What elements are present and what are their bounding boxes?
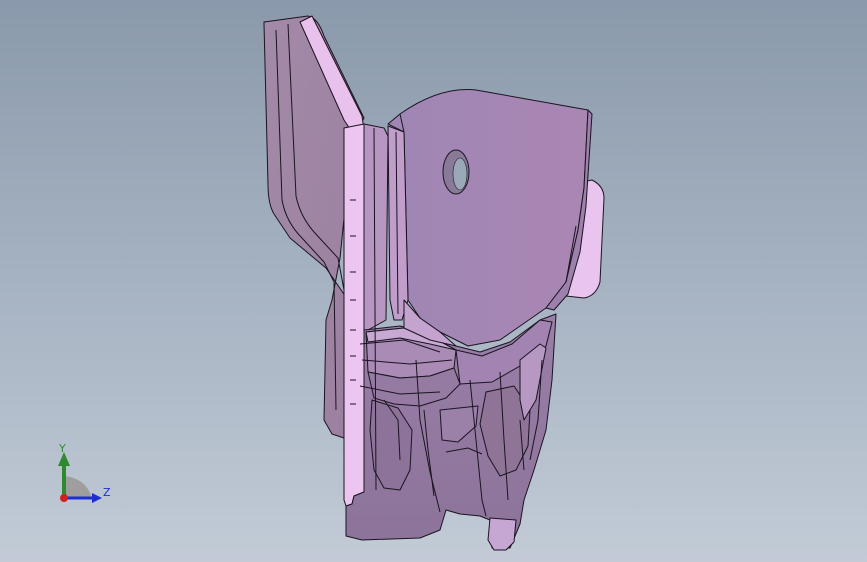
- z-axis-label: Z: [103, 486, 111, 499]
- triad-graphic: [58, 452, 102, 503]
- coordinate-triad[interactable]: Y Z: [40, 438, 130, 518]
- x-axis-origin: [60, 494, 68, 502]
- mounting-hole-inner: [452, 157, 468, 191]
- y-axis-label: Y: [59, 442, 66, 455]
- vertical-strip: [343, 123, 365, 507]
- front-panel: [387, 89, 589, 347]
- bracket-3d-model[interactable]: [0, 0, 867, 562]
- triad-xz-plane: [64, 476, 92, 498]
- bottom-lip: [487, 517, 517, 551]
- graphics-viewport[interactable]: Y Z: [0, 0, 867, 562]
- z-axis-arrow: [92, 493, 102, 503]
